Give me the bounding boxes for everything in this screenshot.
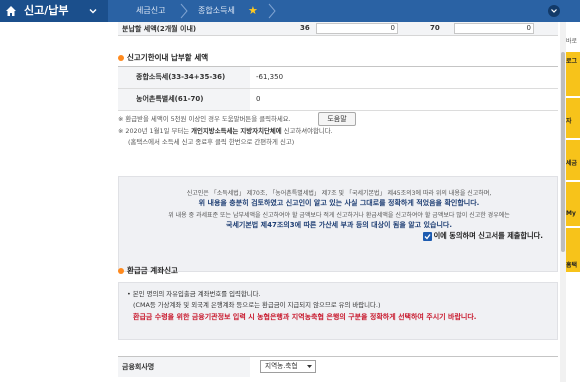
bullet-icon <box>118 267 124 274</box>
collapse-button[interactable] <box>548 5 560 17</box>
home-icon <box>6 6 16 16</box>
income-tax-label: 종합소득세(33-34+35-36) <box>118 67 250 88</box>
local-tax-notice-suffix: 신고하셔야합니다. <box>283 127 333 135</box>
rural-special-tax-value: 0 <box>256 95 261 103</box>
local-tax-notice: ※ 2020년 1월1일 부터는 개인지방소득세는 지방자치단체에 신고하셔야합… <box>118 126 333 137</box>
chevron-down-icon <box>551 9 557 13</box>
bank-row: 금융회사명 지역농.축협 <box>118 356 558 377</box>
installment-code-1: 36 <box>300 24 310 32</box>
installment-label: 분납할 세액(2개월 이내) <box>122 25 197 33</box>
bank-label: 금융회사명 <box>118 357 250 377</box>
sidebar-item-tax[interactable]: 세금 <box>566 140 580 180</box>
top-navigation-bar: 신고/납부 세금신고 종합소득세 ★ <box>0 0 580 22</box>
income-tax-value: -61,350 <box>256 73 284 81</box>
sidebar-item-label: 홈택 <box>566 262 578 269</box>
help-button[interactable]: 도움말 <box>318 112 356 126</box>
quick-menu-sidebar: 바로 로그 자 세금 My 홈택 <box>566 22 580 382</box>
sidebar-item-label: 로그 <box>566 58 578 65</box>
breadcrumb-separator-icon <box>268 3 276 19</box>
main-menu-title[interactable]: 신고/납부 <box>24 0 69 22</box>
breadcrumb-income-tax[interactable]: 종합소득세 <box>198 0 235 22</box>
bank-select-value: 지역농.축협 <box>265 362 298 370</box>
sidebar-item-label: 자 <box>566 118 572 125</box>
declaration-box: 신고인은 「소득세법」 제70조, 「농어촌특별세법」 제7조 및 「국세기본법… <box>118 176 558 272</box>
installment-amount-field-2[interactable]: 0 <box>454 23 534 34</box>
bullet-icon <box>118 54 124 61</box>
local-tax-notice-bold: 개인지방소득세는 지방자치단체에 <box>191 127 282 135</box>
favorite-star-icon[interactable]: ★ <box>248 4 258 18</box>
refund-info-line-2: (CMA등 가상계좌 및 외국계 은행계좌 등으로는 환급금이 지급되지 않으므… <box>133 301 381 309</box>
scrollbar-thumb[interactable] <box>561 52 565 252</box>
deadline-tax-table: 종합소득세(33-34+35-36) -61,350 농어촌특별세(61-70)… <box>118 66 558 111</box>
refund-account-heading-text: 환급금 계좌신고 <box>127 266 178 275</box>
refund-info-line-1: • 본인 명의의 자유입출금 계좌번호를 입력합니다. <box>127 290 261 298</box>
home-button[interactable] <box>0 0 22 22</box>
deadline-tax-heading-text: 신고기한이내 납부할 세액 <box>127 53 209 62</box>
table-row: 농어촌특별세(61-70) 0 <box>118 89 558 111</box>
refund-info-box: • 본인 명의의 자유입출금 계좌번호를 입력합니다. (CMA등 가상계좌 및… <box>118 282 558 340</box>
sidebar-item-label: My <box>566 210 576 217</box>
chevron-down-icon[interactable] <box>88 6 98 16</box>
sidebar-item-hometax[interactable]: 홈택 <box>566 228 580 272</box>
breadcrumb: 세금신고 종합소득세 ★ <box>108 0 580 22</box>
breadcrumb-tax-filing[interactable]: 세금신고 <box>136 0 165 22</box>
breadcrumb-separator-icon <box>180 3 188 19</box>
installment-code-2: 70 <box>430 24 440 32</box>
local-tax-notice-prefix: ※ 2020년 1월1일 부터는 <box>118 127 190 135</box>
declaration-line-2: 위 내용을 충분히 검토하였고 신고인이 알고 있는 사실 그대로를 정확하게 … <box>198 199 480 207</box>
checkbox-checked-icon <box>422 231 432 241</box>
sidebar-item-label: 세금 <box>566 160 578 167</box>
installment-amount-field-1[interactable]: 0 <box>316 23 398 34</box>
agree-checkbox[interactable]: 이에 동의하며 신고서를 제출합니다. <box>422 231 543 241</box>
rural-special-tax-label: 농어촌특별세(61-70) <box>118 89 250 110</box>
installment-row: 분납할 세액(2개월 이내) 36 0 70 0 <box>118 22 558 36</box>
agree-label: 이에 동의하며 신고서를 제출합니다. <box>433 231 543 240</box>
chevron-down-icon <box>307 365 312 368</box>
local-tax-easy-filing-note: (홈택스에서 소득세 신고 종료후 클릭 한번으로 간편하게 신고) <box>128 138 295 146</box>
sidebar-item-my[interactable]: My <box>566 182 580 226</box>
refund-help-note: ※ 환급받을 세액이 5천원 이상인 경우 도움말버튼을 클릭하세요. <box>118 115 291 123</box>
sidebar-item-login[interactable]: 로그 <box>566 52 580 96</box>
refund-account-heading: 환급금 계좌신고 <box>118 265 178 276</box>
declaration-line-4: 국세기본법 제47조의3에 따른 가산세 부과 등의 대상이 됨을 알고 있습니… <box>226 221 452 229</box>
refund-warning: 환급금 수령을 위한 금융기관정보 입력 시 농협은행과 지역농축협 은행의 구… <box>133 313 477 321</box>
deadline-tax-heading: 신고기한이내 납부할 세액 <box>118 52 208 63</box>
table-row: 종합소득세(33-34+35-36) -61,350 <box>118 67 558 89</box>
declaration-line-1: 신고인은 「소득세법」 제70조, 「농어촌특별세법」 제7조 및 「국세기본법… <box>186 190 492 197</box>
sidebar-item-2[interactable]: 자 <box>566 98 580 138</box>
quick-menu-heading: 바로 <box>566 38 578 45</box>
declaration-line-3: 위 내용 중 과세표준 또는 납부세액을 신고하여야 할 금액보다 적게 신고하… <box>168 212 510 219</box>
bank-select[interactable]: 지역농.축협 <box>260 360 316 373</box>
